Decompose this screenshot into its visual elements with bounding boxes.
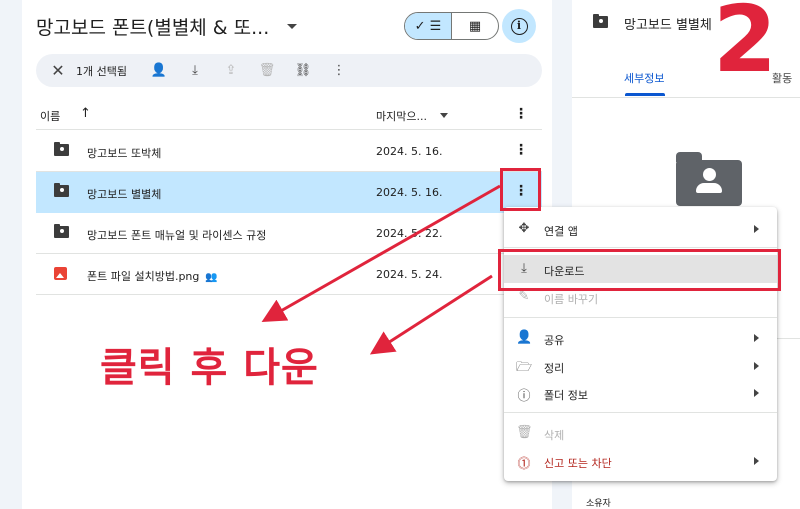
menu-divider	[504, 412, 777, 413]
more-vert-icon[interactable]: ⋮	[514, 106, 528, 122]
menu-item-label: 신고 또는 차단	[544, 457, 612, 470]
menu-item-delete[interactable]: 🗑 삭제	[504, 419, 777, 447]
highlight-box-download	[498, 249, 781, 291]
link-icon[interactable]: ⛓	[285, 63, 321, 78]
step-number-annotation: 2	[713, 0, 778, 93]
edit-icon: ✎	[518, 289, 530, 304]
add-person-icon: 👤	[516, 330, 533, 345]
trash-icon: 🗑	[516, 425, 533, 440]
tab-details[interactable]: 세부정보	[624, 70, 664, 86]
instruction-annotation: 클릭 후 다운	[100, 345, 319, 391]
menu-item-report[interactable]: ⓵ 신고 또는 차단	[504, 447, 777, 475]
menu-item-open-with[interactable]: ✥ 연결 앱	[504, 215, 777, 243]
menu-item-label: 삭제	[544, 429, 565, 442]
table-row-selected[interactable]: 망고보드 별별체 2024. 5. 16. ⋮	[36, 172, 542, 213]
close-icon[interactable]: ✕	[46, 61, 70, 80]
menu-item-label: 연결 앱	[544, 225, 578, 238]
shared-people-icon: 👥	[205, 272, 218, 283]
file-name: 망고보드 폰트 매뉴얼 및 라이센스 규정	[87, 229, 267, 242]
more-vert-icon[interactable]: ⋮	[514, 142, 528, 158]
menu-item-label: 폴더 정보	[544, 389, 588, 402]
menu-item-organize[interactable]: 🗁 정리	[504, 352, 777, 380]
shared-folder-icon	[54, 142, 69, 157]
file-date: 2024. 5. 16.	[376, 145, 443, 158]
file-date: 2024. 5. 24.	[376, 268, 443, 281]
table-row[interactable]: 폰트 파일 설치방법.png 👥 2024. 5. 24.	[36, 254, 542, 295]
list-view-button[interactable]: ✓ ☰	[405, 13, 452, 39]
menu-item-label: 공유	[544, 334, 565, 347]
folder-open-icon: 🗁	[516, 360, 533, 375]
caret-down-icon	[287, 23, 298, 29]
owner-label: 소유자	[586, 499, 611, 509]
highlight-box-more-button	[500, 168, 541, 211]
sort-arrow-icon[interactable]: ↑	[80, 106, 91, 121]
file-name: 폰트 파일 설치방법.png	[87, 270, 200, 283]
download-icon[interactable]: ⤓	[177, 63, 213, 78]
menu-item-folder-info[interactable]: ⓘ 폴더 정보	[504, 379, 777, 407]
shared-folder-icon	[593, 14, 608, 29]
more-vert-icon[interactable]: ⋮	[321, 63, 357, 78]
shared-folder-icon	[54, 224, 69, 239]
table-row[interactable]: 망고보드 폰트 매뉴얼 및 라이센스 규정 2024. 5. 22.	[36, 213, 542, 254]
chevron-right-icon	[754, 362, 759, 370]
selection-count: 1개 선택됨	[76, 64, 127, 78]
table-row[interactable]: 망고보드 또박체 2024. 5. 16. ⋮	[36, 131, 542, 172]
grid-view-button[interactable]: ▦	[452, 13, 498, 39]
grid-icon: ▦	[468, 18, 482, 34]
trash-icon[interactable]: 🗑	[249, 63, 285, 78]
selection-toolbar: ✕ 1개 선택됨 👤 ⤓ ⇪ 🗑 ⛓ ⋮	[36, 54, 542, 87]
shared-folder-icon	[54, 183, 69, 198]
chevron-right-icon	[754, 457, 759, 465]
view-toggle: ✓ ☰ ▦	[404, 12, 499, 40]
chevron-right-icon	[754, 334, 759, 342]
folder-title-dropdown[interactable]: 망고보드 폰트(별별체 & 또...	[36, 10, 298, 42]
file-name-wrap: 폰트 파일 설치방법.png 👥	[87, 268, 218, 284]
drive-window: 망고보드 폰트(별별체 & 또... ✓ ☰ ▦ i ✕ 1개 선택됨 👤 ⤓ …	[0, 0, 800, 509]
check-list-icon: ✓ ☰	[414, 18, 442, 34]
file-date: 2024. 5. 16.	[376, 186, 443, 199]
chevron-right-icon	[754, 225, 759, 233]
table-header: 이름 ↑ 마지막으... ⋮	[36, 100, 542, 130]
details-title: 망고보드 별별체	[624, 18, 712, 33]
move-arrows-icon: ✥	[518, 221, 530, 236]
file-pane: 망고보드 폰트(별별체 & 또... ✓ ☰ ▦ i ✕ 1개 선택됨 👤 ⤓ …	[22, 0, 552, 509]
file-date: 2024. 5. 22.	[376, 227, 443, 240]
image-file-icon	[54, 267, 69, 280]
file-name: 망고보드 또박체	[87, 147, 162, 160]
file-name: 망고보드 별별체	[87, 188, 162, 201]
column-modified[interactable]: 마지막으...	[376, 108, 427, 124]
info-icon: ⓘ	[517, 389, 531, 404]
caret-down-icon[interactable]	[440, 113, 448, 118]
active-tab-indicator	[625, 93, 665, 96]
menu-item-label: 이름 바꾸기	[544, 293, 599, 306]
menu-divider	[504, 317, 777, 318]
report-icon: ⓵	[517, 457, 531, 472]
add-person-icon[interactable]: 👤	[141, 63, 177, 78]
chevron-right-icon	[754, 389, 759, 397]
move-icon[interactable]: ⇪	[213, 63, 249, 78]
page-title: 망고보드 폰트(별별체 & 또...	[36, 16, 270, 39]
menu-item-label: 정리	[544, 362, 565, 375]
details-button[interactable]: i	[502, 9, 536, 43]
shared-folder-preview-icon	[676, 152, 742, 206]
menu-divider	[504, 247, 777, 248]
column-name[interactable]: 이름	[40, 108, 60, 124]
menu-item-share[interactable]: 👤 공유	[504, 324, 777, 352]
info-icon: i	[510, 17, 528, 35]
